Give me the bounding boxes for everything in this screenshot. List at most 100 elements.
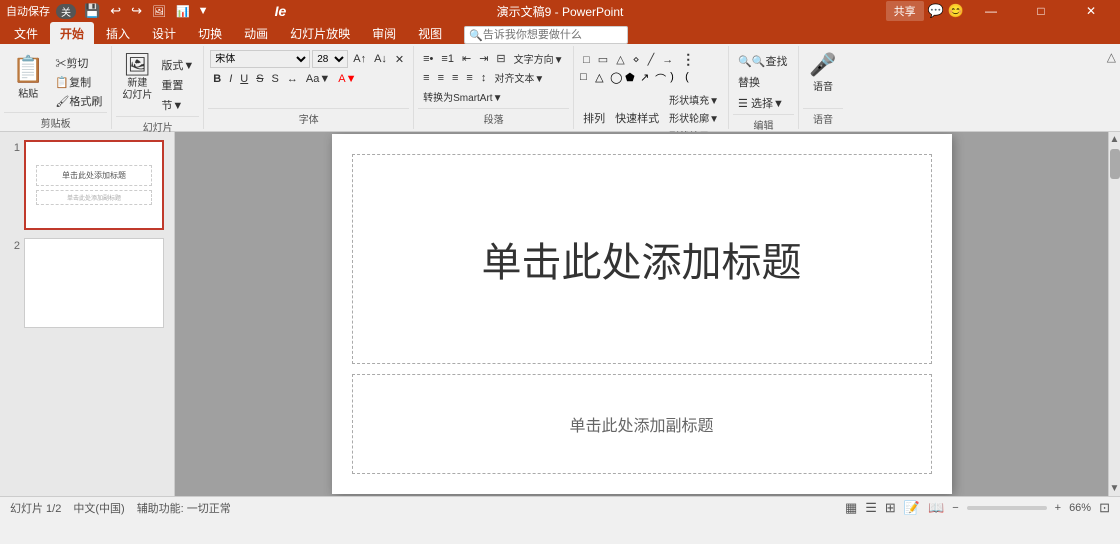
- scroll-down-arrow[interactable]: ▼: [1108, 481, 1120, 496]
- scroll-thumb[interactable]: [1110, 149, 1120, 179]
- right-scrollbar[interactable]: ▲ ▼: [1108, 132, 1120, 496]
- search-bar[interactable]: 🔍: [464, 26, 628, 44]
- new-slide-button[interactable]: 🖼 新建幻灯片: [118, 50, 156, 104]
- slide-2-thumbnail[interactable]: [24, 238, 164, 328]
- spacing-btn[interactable]: ↔: [284, 72, 301, 86]
- cut-button[interactable]: ✂剪切: [52, 54, 105, 72]
- sh7[interactable]: ): [670, 71, 684, 87]
- view-slide-sorter-btn[interactable]: ⊞: [885, 500, 896, 516]
- bold-btn[interactable]: B: [210, 72, 224, 86]
- tab-transitions[interactable]: 切换: [188, 22, 232, 44]
- section-button[interactable]: 节▼: [158, 96, 197, 114]
- subtitle-placeholder[interactable]: 单击此处添加副标题: [352, 374, 932, 474]
- qa-icon1[interactable]: 🖼: [150, 5, 168, 18]
- close-btn[interactable]: ✕: [1068, 0, 1114, 22]
- font-color-btn[interactable]: A▼: [335, 72, 359, 86]
- layout-button[interactable]: 版式▼: [158, 56, 197, 74]
- copy-button[interactable]: 📋复制: [52, 73, 105, 91]
- tab-home[interactable]: 开始: [50, 22, 94, 44]
- auto-save-toggle[interactable]: 关: [56, 4, 76, 19]
- qa-dropdown[interactable]: ▼: [198, 5, 209, 17]
- qa-save[interactable]: 💾: [82, 3, 102, 19]
- shapes-panel[interactable]: □ △ ◯ ⬟ ↗ ⌒ ) (: [580, 71, 699, 87]
- qa-undo[interactable]: ↩: [108, 3, 123, 19]
- sh5[interactable]: ↗: [640, 71, 654, 87]
- search-input[interactable]: [483, 27, 623, 43]
- shape-diamond[interactable]: ⋄: [630, 50, 643, 69]
- view-reading-btn[interactable]: 📖: [928, 500, 944, 516]
- fit-window-btn[interactable]: ⊡: [1099, 500, 1110, 516]
- tab-review[interactable]: 审阅: [362, 22, 406, 44]
- shape-triangle[interactable]: △: [613, 50, 627, 69]
- slide-canvas[interactable]: 单击此处添加标题 单击此处添加副标题: [332, 134, 952, 494]
- select-btn[interactable]: ☰ 选择▼: [735, 94, 787, 112]
- decrease-font-btn[interactable]: A↓: [371, 52, 390, 66]
- collapse-ribbon-btn[interactable]: △: [1107, 50, 1116, 64]
- shape-line[interactable]: ╱: [645, 50, 658, 69]
- sh2[interactable]: △: [595, 71, 609, 87]
- tab-slideshow[interactable]: 幻灯片放映: [280, 22, 360, 44]
- sh3[interactable]: ◯: [610, 71, 624, 87]
- slide-thumb-2[interactable]: 2: [6, 238, 168, 328]
- font-size-select[interactable]: 28: [312, 50, 348, 68]
- shape-rect2[interactable]: ▭: [595, 50, 611, 69]
- case-btn[interactable]: Aa▼: [303, 72, 333, 86]
- tab-file[interactable]: 文件: [4, 22, 48, 44]
- qa-icon2[interactable]: 📊: [174, 5, 192, 18]
- smiley-icon[interactable]: 😊: [948, 3, 964, 19]
- scroll-up-arrow[interactable]: ▲: [1108, 132, 1120, 147]
- view-normal-btn[interactable]: ▦: [845, 500, 857, 516]
- tab-animations[interactable]: 动画: [234, 22, 278, 44]
- clear-format-btn[interactable]: ✕: [392, 52, 407, 67]
- view-notes-btn[interactable]: 📝: [904, 500, 920, 516]
- zoom-in-btn[interactable]: +: [1055, 502, 1061, 514]
- shape-outline-btn[interactable]: 形状轮廓▼: [666, 109, 722, 126]
- quick-styles-btn[interactable]: 快速样式: [612, 109, 662, 127]
- zoom-slider[interactable]: [967, 506, 1047, 510]
- align-left-btn[interactable]: ≡: [420, 71, 432, 85]
- minimize-btn[interactable]: —: [968, 0, 1014, 22]
- paste-button[interactable]: 📋 粘贴: [6, 50, 50, 104]
- slide-1-thumbnail[interactable]: 单击此处添加标题 单击此处添加副标题: [24, 140, 164, 230]
- format-painter-button[interactable]: 🖌格式刷: [52, 92, 105, 110]
- title-placeholder[interactable]: 单击此处添加标题: [352, 154, 932, 364]
- align-center-btn[interactable]: ≡: [435, 71, 447, 85]
- shape-fill-btn[interactable]: 形状填充▼: [666, 91, 722, 108]
- smartart-btn[interactable]: 转换为SmartArt▼: [420, 88, 505, 105]
- view-outline-btn[interactable]: ☰: [865, 500, 877, 516]
- tab-view[interactable]: 视图: [408, 22, 452, 44]
- tab-design[interactable]: 设计: [142, 22, 186, 44]
- increase-indent-btn[interactable]: ⇥: [476, 51, 491, 66]
- align-right-btn[interactable]: ≡: [449, 71, 461, 85]
- sh6[interactable]: ⌒: [655, 71, 669, 87]
- columns-btn[interactable]: ⊟: [493, 51, 508, 66]
- strikethrough-btn[interactable]: S: [253, 72, 266, 86]
- replace-btn[interactable]: 替换: [735, 73, 763, 91]
- shape-rect[interactable]: □: [580, 50, 593, 69]
- sh4[interactable]: ⬟: [625, 71, 639, 87]
- increase-font-btn[interactable]: A↑: [350, 52, 369, 66]
- line-spacing-btn[interactable]: ↕: [478, 71, 490, 85]
- dictate-button[interactable]: 🎤 语音: [805, 50, 841, 95]
- maximize-btn[interactable]: □: [1018, 0, 1064, 22]
- find-btn[interactable]: 🔍 🔍查找: [735, 52, 790, 70]
- sh1[interactable]: □: [580, 71, 594, 87]
- share-button[interactable]: 共享: [886, 1, 924, 21]
- shape-arrow[interactable]: →: [659, 50, 676, 69]
- text-direction-btn[interactable]: 文字方向▼: [511, 50, 567, 67]
- shadow-btn[interactable]: S: [269, 72, 282, 86]
- underline-btn[interactable]: U: [237, 72, 251, 86]
- decrease-indent-btn[interactable]: ⇤: [459, 51, 474, 66]
- align-text-btn[interactable]: 对齐文本▼: [491, 69, 547, 86]
- tab-insert[interactable]: 插入: [96, 22, 140, 44]
- arrange-btn[interactable]: 排列: [580, 109, 608, 127]
- reset-button[interactable]: 重置: [158, 76, 197, 94]
- shape-more[interactable]: ⋮: [678, 50, 698, 69]
- slide-thumb-1[interactable]: 1 单击此处添加标题 单击此处添加副标题: [6, 140, 168, 230]
- bullets-btn[interactable]: ≡•: [420, 52, 436, 66]
- numbered-btn[interactable]: ≡1: [438, 52, 457, 66]
- qa-redo[interactable]: ↪: [129, 3, 144, 19]
- zoom-out-btn[interactable]: −: [952, 502, 958, 514]
- sh8[interactable]: (: [685, 71, 699, 87]
- italic-btn[interactable]: I: [226, 72, 235, 86]
